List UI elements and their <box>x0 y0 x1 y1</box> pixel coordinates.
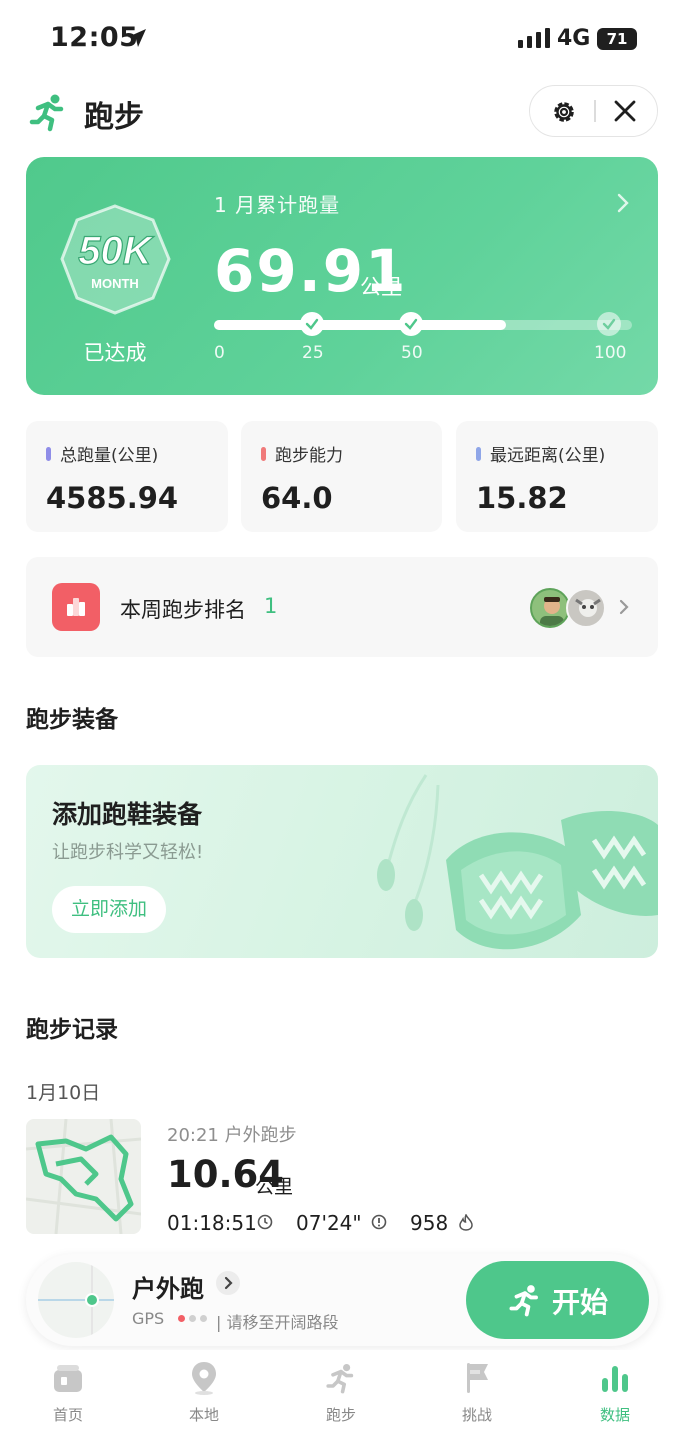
stat-dot <box>261 447 266 461</box>
milestone-25 <box>300 312 324 336</box>
tab-data[interactable]: 数据 <box>570 1360 660 1425</box>
stat-label: 跑步能力 <box>275 446 343 466</box>
tab-local[interactable]: 本地 <box>159 1360 249 1425</box>
shoes-earphones-illustration-icon <box>377 774 658 950</box>
stat-total-distance[interactable]: 总跑量(公里) 4585.94 <box>26 421 228 532</box>
50k-month-badge-icon: 50K MONTH <box>60 204 171 315</box>
location-pin-icon <box>192 1362 216 1395</box>
stat-value: 15.82 <box>476 481 568 515</box>
stat-value: 64.0 <box>261 481 333 515</box>
gps-label: GPS <box>132 1309 165 1328</box>
monthly-mileage-card[interactable]: 50K MONTH 已达成 1 月累计跑量 69.91 公里 0 25 50 1… <box>26 157 658 395</box>
avatar <box>530 588 570 628</box>
badge-big-text: 50K <box>78 229 154 273</box>
stat-running-ability[interactable]: 跑步能力 64.0 <box>241 421 442 532</box>
flag-icon <box>467 1363 488 1393</box>
badge-status: 已达成 <box>83 341 147 365</box>
add-shoes-banner[interactable]: 添加跑鞋装备 让跑步科学又轻松! 立即添加 <box>26 765 658 958</box>
close-icon[interactable] <box>612 98 638 124</box>
runner-logo-icon <box>29 94 64 132</box>
chevron-right-icon[interactable] <box>616 192 630 214</box>
record-date: 1月10日 <box>26 1082 101 1104</box>
network-type: 4G <box>557 26 591 51</box>
clock-icon <box>257 1214 273 1230</box>
gps-signal-icon <box>178 1315 207 1322</box>
record-duration: 01:18:51 <box>167 1211 257 1235</box>
record-unit: 公里 <box>255 1176 294 1198</box>
tab-label: 跑步 <box>325 1406 356 1424</box>
stat-longest-distance[interactable]: 最远距离(公里) 15.82 <box>456 421 658 532</box>
weekly-ranking-row[interactable]: 本周跑步排名 1 <box>26 557 658 657</box>
tick-label: 50 <box>401 343 423 363</box>
stat-dot <box>46 447 51 461</box>
header-actions <box>529 85 658 137</box>
gps-hint: | 请移至开阔路段 <box>216 1313 339 1332</box>
stat-label: 最远距离(公里) <box>490 446 606 466</box>
record-calories: 958 <box>410 1211 449 1235</box>
tab-label: 本地 <box>188 1406 219 1424</box>
ranking-icon <box>52 583 100 631</box>
bottom-tab-bar: 首页 本地 跑步 挑战 数据 <box>0 1350 684 1433</box>
ranking-value: 1 <box>264 594 278 618</box>
start-label: 开始 <box>552 1286 609 1319</box>
pace-icon <box>371 1214 387 1230</box>
banner-title: 添加跑鞋装备 <box>52 800 203 829</box>
route-map-thumbnail[interactable] <box>26 1119 141 1234</box>
section-title-records: 跑步记录 <box>26 1017 118 1043</box>
start-run-button[interactable]: 开始 <box>466 1261 649 1339</box>
status-bar: 12:05 4G 71 <box>0 0 684 78</box>
avatar <box>566 588 606 628</box>
section-title-equipment: 跑步装备 <box>26 707 118 733</box>
gear-icon[interactable] <box>550 98 578 126</box>
chevron-right-icon[interactable] <box>618 598 630 616</box>
home-icon <box>54 1365 82 1392</box>
monthly-progress-fill <box>214 320 507 330</box>
runner-icon <box>326 1364 354 1394</box>
tick-label: 25 <box>302 343 324 363</box>
battery-icon: 71 <box>597 28 637 50</box>
divider <box>594 100 596 122</box>
ranking-label: 本周跑步排名 <box>120 598 246 622</box>
tick-label: 100 <box>594 343 627 363</box>
tab-home[interactable]: 首页 <box>23 1360 113 1425</box>
stat-label: 总跑量(公里) <box>60 446 159 466</box>
badge-small-text: MONTH <box>91 276 139 291</box>
monthly-label: 1 月累计跑量 <box>214 193 341 217</box>
run-mode-label[interactable]: 户外跑 <box>132 1269 204 1304</box>
milestone-50 <box>399 312 423 336</box>
record-time-type: 20:21 户外跑步 <box>167 1125 297 1146</box>
page-title: 跑步 <box>84 100 144 135</box>
tab-label: 挑战 <box>461 1406 492 1424</box>
app-header: 跑步 <box>0 78 684 148</box>
monthly-unit: 公里 <box>360 275 402 299</box>
stat-dot <box>476 447 481 461</box>
monthly-progress-track <box>214 320 632 330</box>
tick-label: 0 <box>214 343 225 363</box>
flame-icon <box>459 1214 473 1231</box>
runner-icon <box>509 1285 538 1317</box>
stat-value: 4585.94 <box>46 481 179 515</box>
banner-subtitle: 让跑步科学又轻松! <box>52 842 204 863</box>
location-arrow-icon <box>128 29 146 47</box>
tab-label: 数据 <box>599 1406 630 1424</box>
tab-label: 首页 <box>52 1406 83 1424</box>
tab-run[interactable]: 跑步 <box>296 1360 386 1425</box>
milestone-100 <box>597 312 621 336</box>
bar-chart-icon <box>602 1366 628 1392</box>
route-map-icon <box>26 1119 141 1234</box>
add-now-button[interactable]: 立即添加 <box>52 886 166 933</box>
mode-chevron-icon[interactable] <box>216 1271 240 1295</box>
record-pace: 07'24" <box>296 1211 362 1235</box>
tab-challenge[interactable]: 挑战 <box>432 1360 522 1425</box>
signal-icon <box>518 28 550 48</box>
mini-map <box>38 1262 114 1338</box>
